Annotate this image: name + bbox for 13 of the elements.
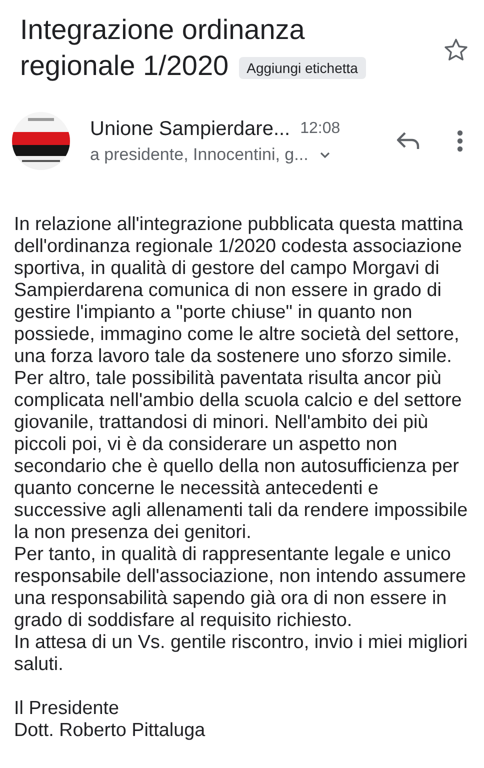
add-label-button[interactable]: Aggiungi etichetta xyxy=(238,56,366,78)
email-subject-line: regionale 1/2020 xyxy=(20,49,229,83)
more-icon xyxy=(457,129,463,153)
body-paragraph: In relazione all'integrazione pubblicata questa mattina dell'ordinanza regionale 1/2020 codesta associazione sportiva, in qualità di gestore del campo Morgavi di Sampierdarena comunica di non essere in grado di gestire l'impianto a "porte chiuse" in quanto non possiede, immagino come le altre società del settore, una forza lavoro tale da sostenere uno sforzo simile. Per altro, tale possibilità paventata risulta ancor più complicata nell'ambio della scuola calcio e del settore giovanile, trattandosi di minori. Nell'ambito dei più piccoli poi, vi è da considerare un aspetto non secondario che è quello della non autosufficienza per quanto concerne le necessità antecedenti e successive agli allenamenti tali da rendere impossibile la non presenza dei genitori. xyxy=(14,214,469,544)
signature-line: Dott. Roberto Pittaluga xyxy=(14,720,206,742)
body-paragraph: Per tanto, in qualità di rappresentante legale e unico responsabile dell'associazione, non intendo assumere una responsabilità sapendo già ora di non essere in grado di soddisfare al requisito richiesto. xyxy=(14,544,468,632)
reply-icon xyxy=(395,130,421,152)
email-subject-line: Integrazione ordinanza xyxy=(20,13,306,47)
sender-name: Unione Sampierdare... xyxy=(90,118,290,140)
signature-line: Il Presidente xyxy=(14,698,120,720)
message-time: 12:08 xyxy=(300,120,340,138)
body-paragraph: In attesa di un Vs. gentile riscontro, invio i miei migliori saluti. xyxy=(14,632,469,676)
recipients: a presidente, Innocentini, g... xyxy=(90,144,308,164)
